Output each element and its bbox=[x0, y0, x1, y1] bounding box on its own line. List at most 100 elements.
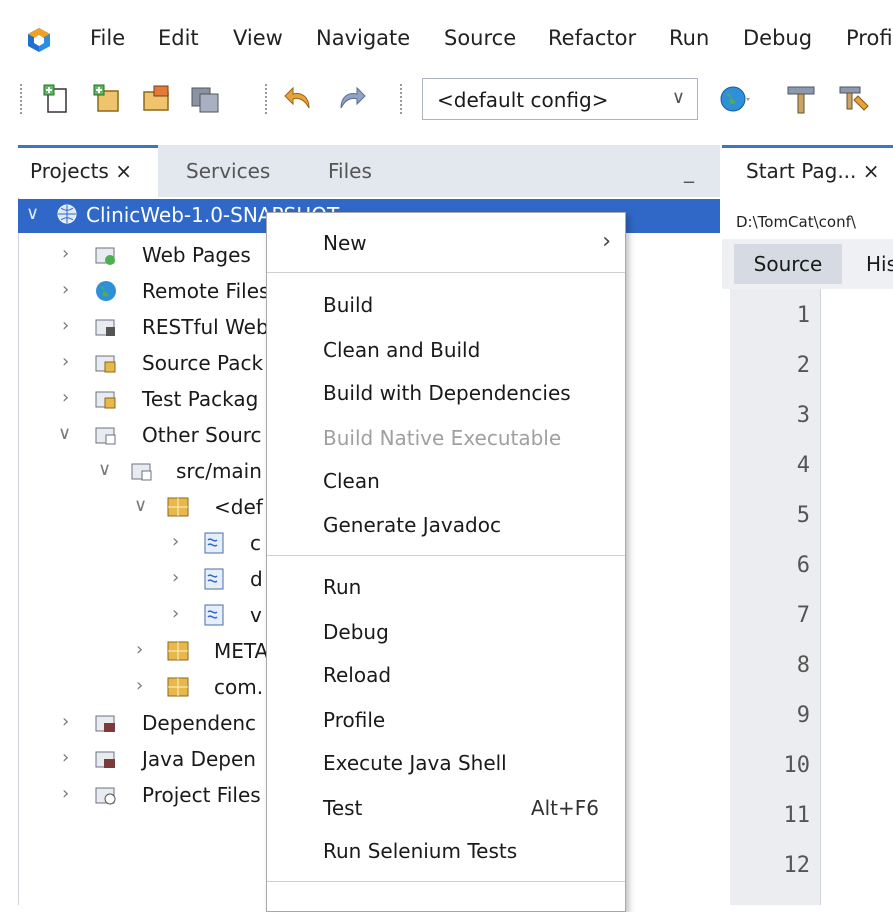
menu-item-profile[interactable]: Profile bbox=[323, 708, 385, 732]
web-pages-folder-icon bbox=[95, 247, 115, 265]
chevron-right-icon: › bbox=[62, 243, 70, 264]
tree-item-label: com. bbox=[214, 675, 264, 699]
chevron-right-icon: › bbox=[62, 387, 70, 408]
package-folder-icon bbox=[95, 391, 116, 409]
menu-item-reload[interactable]: Reload bbox=[323, 663, 391, 687]
folder-icon bbox=[95, 427, 116, 445]
menu-separator bbox=[267, 881, 625, 882]
undo-icon[interactable] bbox=[283, 82, 317, 116]
chevron-right-icon: › bbox=[136, 675, 144, 696]
tree-item-label: Remote Files bbox=[142, 279, 270, 303]
line-number: 4 bbox=[796, 453, 810, 478]
folder-icon bbox=[131, 463, 152, 481]
menu-item-new[interactable]: New bbox=[323, 231, 367, 255]
chevron-down-icon: ∨ bbox=[98, 459, 112, 480]
chevron-down-icon: ∨ bbox=[26, 203, 40, 224]
menu-item-debug[interactable]: Debug bbox=[323, 620, 389, 644]
menu-item-clean[interactable]: Clean bbox=[323, 469, 380, 493]
menu-file[interactable]: File bbox=[90, 26, 125, 50]
tab-services[interactable]: Services bbox=[186, 145, 270, 197]
tab-history[interactable]: His bbox=[866, 244, 893, 284]
menu-item-execute-java-shell[interactable]: Execute Java Shell bbox=[323, 751, 507, 775]
menu-item-build-with-dependencies[interactable]: Build with Dependencies bbox=[323, 381, 571, 405]
clean-build-icon[interactable] bbox=[836, 82, 870, 116]
tree-item-label: Dependenc bbox=[142, 711, 257, 735]
line-number: 7 bbox=[796, 603, 810, 628]
tree-item-label: c bbox=[250, 531, 261, 555]
menu-item-generate-javadoc[interactable]: Generate Javadoc bbox=[323, 513, 501, 537]
menu-view[interactable]: View bbox=[233, 26, 283, 50]
tree-item-label: Test Packag bbox=[142, 387, 259, 411]
chevron-right-icon: › bbox=[62, 783, 70, 804]
context-menu: New › Build Clean and Build Build with D… bbox=[266, 212, 626, 912]
package-icon bbox=[167, 677, 189, 697]
chevron-right-icon: › bbox=[172, 531, 180, 552]
chevron-right-icon: › bbox=[62, 315, 70, 336]
menu-item-test[interactable]: Test bbox=[323, 796, 362, 820]
package-folder-icon bbox=[95, 355, 116, 373]
menu-source[interactable]: Source bbox=[444, 26, 516, 50]
tab-files[interactable]: Files bbox=[328, 145, 372, 197]
tab-start-page[interactable]: Start Pag... × bbox=[722, 145, 893, 197]
toolbar-separator bbox=[20, 84, 22, 114]
save-all-icon[interactable] bbox=[188, 82, 222, 116]
chevron-right-icon: › bbox=[602, 229, 611, 254]
tab-source[interactable]: Source bbox=[734, 244, 842, 284]
chevron-right-icon: › bbox=[172, 603, 180, 624]
line-number: 3 bbox=[796, 403, 810, 428]
menu-edit[interactable]: Edit bbox=[158, 26, 199, 50]
chevron-right-icon: › bbox=[136, 639, 144, 660]
properties-file-icon bbox=[204, 604, 224, 626]
menu-refactor[interactable]: Refactor bbox=[548, 26, 636, 50]
chevron-right-icon: › bbox=[62, 747, 70, 768]
tree-item-label: Web Pages bbox=[142, 243, 251, 267]
config-select-value: <default config> bbox=[437, 88, 609, 112]
line-number: 1 bbox=[796, 303, 810, 328]
menu-run[interactable]: Run bbox=[669, 26, 709, 50]
chevron-down-icon: ∨ bbox=[671, 87, 685, 108]
projects-panel-tabs: Projects × Services Files _ bbox=[18, 145, 720, 197]
tree-item-label: META bbox=[214, 639, 269, 663]
chevron-down-icon: ∨ bbox=[134, 495, 148, 516]
line-number: 10 bbox=[783, 753, 811, 778]
netbeans-logo-icon bbox=[28, 28, 50, 52]
properties-file-icon bbox=[204, 532, 224, 554]
tree-item-label: v bbox=[250, 603, 262, 627]
chevron-right-icon: › bbox=[62, 711, 70, 732]
menu-item-run[interactable]: Run bbox=[323, 575, 361, 599]
new-project-icon[interactable] bbox=[90, 82, 124, 116]
browser-globe-icon[interactable] bbox=[718, 82, 752, 116]
line-number: 2 bbox=[796, 353, 810, 378]
new-file-icon[interactable] bbox=[40, 82, 74, 116]
menu-item-build[interactable]: Build bbox=[323, 293, 373, 317]
tree-item-label: d bbox=[250, 567, 263, 591]
package-icon bbox=[167, 497, 189, 517]
minimize-panel-button[interactable]: _ bbox=[684, 145, 694, 197]
toolbar-separator bbox=[400, 84, 402, 114]
open-project-icon[interactable] bbox=[140, 82, 174, 116]
tree-item-label: Project Files bbox=[142, 783, 261, 807]
tree-item-label: Source Pack bbox=[142, 351, 264, 375]
web-project-icon bbox=[57, 204, 77, 224]
menu-navigate[interactable]: Navigate bbox=[316, 26, 410, 50]
tab-projects[interactable]: Projects × bbox=[18, 145, 158, 197]
menu-debug[interactable]: Debug bbox=[743, 26, 812, 50]
file-path: D:\TomCat\conf\ bbox=[736, 213, 856, 231]
redo-icon[interactable] bbox=[333, 82, 367, 116]
line-number: 9 bbox=[796, 703, 810, 728]
menu-profile[interactable]: Profi bbox=[846, 26, 893, 50]
dependencies-folder-icon bbox=[95, 715, 115, 732]
config-select[interactable]: <default config> ∨ bbox=[422, 78, 698, 120]
menu-item-run-selenium-tests[interactable]: Run Selenium Tests bbox=[323, 839, 517, 863]
rest-folder-icon bbox=[95, 319, 115, 336]
menu-item-clean-and-build[interactable]: Clean and Build bbox=[323, 338, 480, 362]
menu-bar: File Edit View Navigate Source Refactor … bbox=[0, 0, 893, 72]
chevron-right-icon: › bbox=[172, 567, 180, 588]
tree-item-label: <def bbox=[214, 495, 263, 519]
menu-separator bbox=[267, 555, 625, 556]
line-number: 8 bbox=[796, 653, 810, 678]
menu-item-build-native-executable: Build Native Executable bbox=[323, 426, 562, 450]
line-number: 11 bbox=[783, 803, 811, 828]
line-number: 5 bbox=[796, 503, 810, 528]
build-hammer-icon[interactable] bbox=[784, 82, 818, 116]
